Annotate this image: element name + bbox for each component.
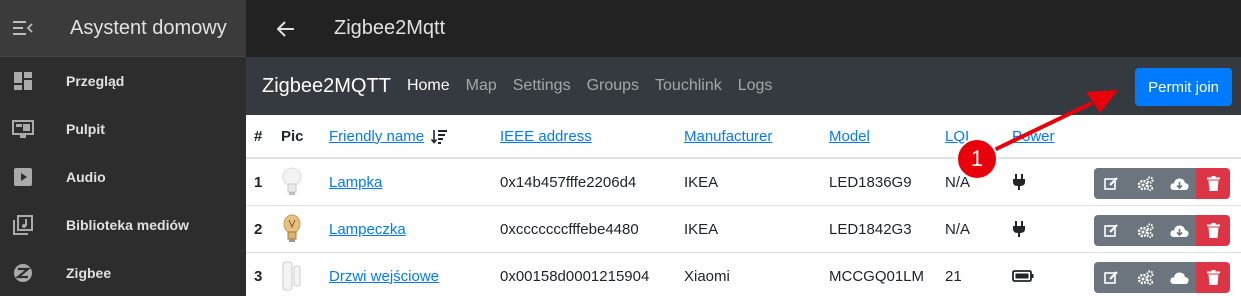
sidebar-item-audio[interactable]: Audio <box>0 153 246 201</box>
trash-icon <box>1206 270 1220 285</box>
sidebar-item-label: Przegląd <box>66 73 125 89</box>
row-number: 1 <box>254 173 263 191</box>
sidebar: Asystent domowy Przegląd Pulpit Audio Bi… <box>0 0 246 296</box>
cloud-icon <box>1169 271 1189 284</box>
configure-button[interactable] <box>1128 168 1162 199</box>
nav-link-home[interactable]: Home <box>407 77 450 95</box>
rename-button[interactable] <box>1094 168 1128 199</box>
monitor-icon <box>0 119 46 139</box>
sidebar-item-biblioteka[interactable]: Biblioteka mediów <box>0 201 246 249</box>
remove-button[interactable] <box>1196 215 1230 246</box>
zigbee-navbar: Zigbee2MQTT Home Map Settings Groups Tou… <box>246 57 1241 115</box>
trash-icon <box>1206 176 1220 191</box>
table-row: 2 Lampeczka 0xcccccccfffebe4480 IKEA LED… <box>246 206 1241 253</box>
header-num: # <box>254 127 263 145</box>
trash-icon <box>1206 223 1220 238</box>
cogs-icon <box>1137 176 1154 191</box>
device-manufacturer: IKEA <box>684 173 719 191</box>
rename-button[interactable] <box>1094 215 1128 246</box>
sidebar-item-label: Zigbee <box>66 265 112 281</box>
device-actions <box>1094 168 1230 199</box>
device-manufacturer: IKEA <box>684 220 719 238</box>
cloud-download-icon <box>1169 177 1189 190</box>
device-model: LED1842G3 <box>829 220 912 238</box>
nav-link-settings[interactable]: Settings <box>513 77 571 95</box>
device-friendly-name[interactable]: Drzwi wejściowe <box>329 253 439 296</box>
device-ieee: 0xcccccccfffebe4480 <box>500 220 639 238</box>
door-sensor-picture <box>281 253 303 296</box>
sidebar-item-label: Biblioteka mediów <box>66 217 189 233</box>
dashboard-icon <box>0 71 46 91</box>
row-number: 2 <box>254 220 263 238</box>
edit-icon <box>1103 271 1118 284</box>
nav-link-groups[interactable]: Groups <box>587 77 639 95</box>
annotation-badge: 1 <box>956 138 998 180</box>
remove-button[interactable] <box>1196 168 1230 199</box>
device-friendly-name[interactable]: Lampeczka <box>329 206 406 252</box>
device-ieee: 0x00158d0001215904 <box>500 267 650 285</box>
top-bar: Zigbee2Mqtt <box>246 0 1241 57</box>
sidebar-item-label: Pulpit <box>66 121 105 137</box>
header-manufacturer[interactable]: Manufacturer <box>684 115 772 157</box>
sidebar-item-przeglad[interactable]: Przegląd <box>0 57 246 105</box>
ota-update-button[interactable] <box>1162 262 1196 293</box>
row-number: 3 <box>254 267 263 285</box>
device-lqi: 21 <box>945 267 962 285</box>
page-title: Zigbee2Mqtt <box>334 17 446 39</box>
rename-button[interactable] <box>1094 262 1128 293</box>
sidebar-item-zigbee[interactable]: Zigbee <box>0 249 246 296</box>
devices-table: # Pic Friendly name IEEE address Manufac… <box>246 115 1241 296</box>
play-icon <box>0 167 46 187</box>
media-library-icon <box>0 215 46 235</box>
configure-button[interactable] <box>1128 262 1162 293</box>
ota-update-button[interactable] <box>1162 168 1196 199</box>
battery-icon <box>1012 253 1034 296</box>
permit-join-button[interactable]: Permit join <box>1135 68 1232 106</box>
zigbee-icon <box>0 263 46 283</box>
bulb-picture <box>281 159 303 205</box>
remove-button[interactable] <box>1196 262 1230 293</box>
device-ieee: 0x14b457fffe2206d4 <box>500 173 637 191</box>
device-actions <box>1094 215 1230 246</box>
device-lqi: N/A <box>945 220 971 238</box>
edit-icon <box>1103 177 1118 190</box>
device-actions <box>1094 262 1230 293</box>
device-manufacturer: Xiaomi <box>684 267 730 285</box>
bulb-picture <box>281 206 303 252</box>
edit-icon <box>1103 224 1118 237</box>
header-ieee-address[interactable]: IEEE address <box>500 115 592 157</box>
table-row: 3 Drzwi wejściowe 0x00158d0001215904 Xia… <box>246 253 1241 296</box>
configure-button[interactable] <box>1128 215 1162 246</box>
header-power[interactable]: Power <box>1012 115 1055 157</box>
sidebar-header: Asystent domowy <box>0 0 246 57</box>
sidebar-item-pulpit[interactable]: Pulpit <box>0 105 246 153</box>
cloud-download-icon <box>1169 224 1189 237</box>
back-arrow-icon[interactable] <box>246 20 326 37</box>
sidebar-title: Asystent domowy <box>70 16 227 39</box>
menu-collapse-icon[interactable] <box>0 21 46 35</box>
nav-link-logs[interactable]: Logs <box>738 77 773 95</box>
header-pic: Pic <box>281 127 304 145</box>
plug-icon <box>1012 206 1026 252</box>
cogs-icon <box>1137 223 1154 238</box>
sidebar-item-label: Audio <box>66 169 106 185</box>
cogs-icon <box>1137 270 1154 285</box>
nav-link-map[interactable]: Map <box>466 77 497 95</box>
header-friendly-name-label[interactable]: Friendly name <box>329 128 424 145</box>
header-friendly-name[interactable]: Friendly name <box>329 115 448 157</box>
ota-update-button[interactable] <box>1162 215 1196 246</box>
table-row: 1 Lampka 0x14b457fffe2206d4 IKEA LED1836… <box>246 159 1241 206</box>
device-friendly-name[interactable]: Lampka <box>329 159 382 205</box>
device-model: LED1836G9 <box>829 173 912 191</box>
plug-icon <box>1012 159 1026 205</box>
table-header-row: # Pic Friendly name IEEE address Manufac… <box>246 115 1241 159</box>
sort-desc-icon[interactable] <box>431 129 448 144</box>
device-model: MCCGQ01LM <box>829 267 925 285</box>
nav-link-touchlink[interactable]: Touchlink <box>655 77 722 95</box>
navbar-brand[interactable]: Zigbee2MQTT <box>262 75 391 98</box>
header-model[interactable]: Model <box>829 115 870 157</box>
